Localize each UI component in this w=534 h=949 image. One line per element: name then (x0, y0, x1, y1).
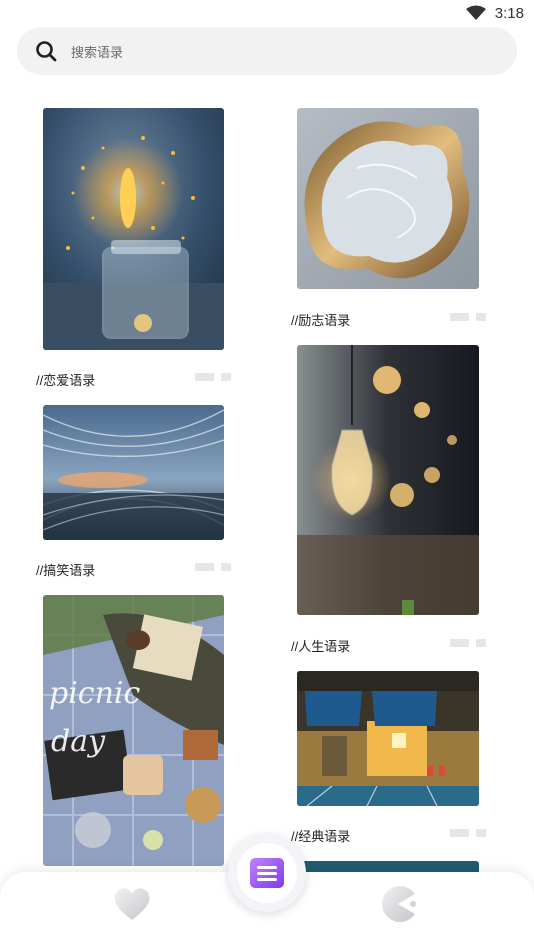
search-placeholder: 搜索语录 (71, 45, 124, 60)
caption-life[interactable]: //人生语录 (291, 636, 350, 655)
sparkler-jar-image[interactable] (43, 108, 224, 350)
caption-decoration (450, 639, 486, 647)
caption-classic[interactable]: //经典语录 (291, 826, 350, 845)
center-menu-button[interactable] (228, 834, 306, 912)
search-icon (36, 41, 57, 62)
caption-motivational[interactable]: //励志语录 (291, 310, 350, 329)
tunnel-motion-image[interactable] (43, 405, 224, 540)
caption-love[interactable]: //恋爱语录 (36, 370, 95, 389)
hanging-lamps-image[interactable] (297, 345, 479, 615)
picnic-day-image[interactable]: picnic day (43, 595, 224, 866)
caption-decoration (195, 373, 231, 381)
night-storefront-image[interactable] (297, 671, 479, 806)
picnic-overlay-text: picnic (49, 676, 141, 711)
status-bar: 3:18 (0, 0, 534, 26)
caption-decoration (450, 313, 486, 321)
pacman-icon[interactable] (378, 884, 418, 924)
caption-decoration (450, 829, 486, 837)
status-time: 3:18 (494, 5, 524, 22)
heart-icon[interactable] (112, 886, 152, 922)
caption-decoration (195, 563, 231, 571)
caption-funny[interactable]: //搞笑语录 (36, 560, 95, 579)
day-overlay-text: day (51, 724, 106, 759)
search-bar[interactable]: 搜索语录 (17, 27, 517, 75)
menu-book-icon (250, 858, 284, 888)
glass-sculpture-image[interactable] (297, 108, 479, 289)
wifi-icon (466, 5, 486, 20)
